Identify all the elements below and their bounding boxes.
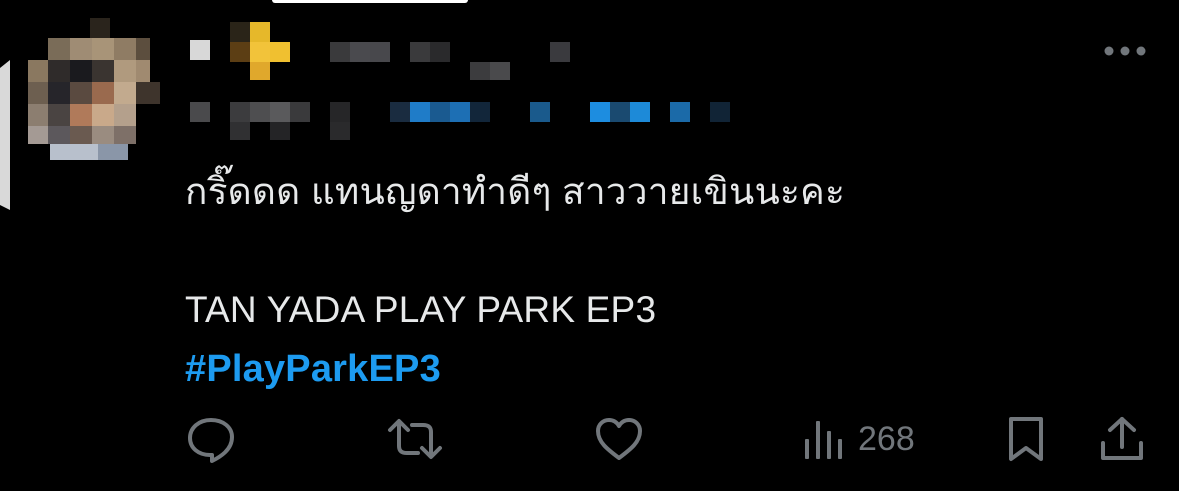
retweet-button[interactable]: [386, 412, 444, 466]
bookmark-button[interactable]: [1004, 412, 1048, 466]
more-dots-icon: [1104, 46, 1146, 56]
views-icon: [805, 421, 842, 459]
reply-icon: [188, 418, 234, 463]
tweet-text-thai: กริ๊ดดด แทนญดาทำดีๆ สาววายเขินนะคะ: [185, 171, 846, 212]
views-button[interactable]: 268: [802, 412, 915, 466]
censored-user-info: [190, 22, 730, 140]
tweet-body: กริ๊ดดด แทนญดาทำดีๆ สาววายเขินนะคะ TAN Y…: [185, 168, 1145, 396]
tweet-text-english: TAN YADA PLAY PARK EP3: [185, 289, 657, 330]
share-button[interactable]: [1098, 412, 1146, 466]
top-indicator: [272, 0, 468, 3]
views-count: 268: [858, 419, 915, 458]
share-icon: [1101, 417, 1143, 460]
left-edge-decoration: [0, 60, 10, 210]
more-options-button[interactable]: [1100, 36, 1150, 66]
like-button[interactable]: [594, 412, 644, 466]
heart-icon: [596, 418, 642, 460]
user-avatar[interactable]: [28, 18, 160, 160]
hashtag-link[interactable]: #PlayParkEP3: [185, 342, 441, 396]
reply-button[interactable]: [185, 412, 237, 466]
bookmark-icon: [1009, 417, 1043, 461]
retweet-icon: [388, 419, 442, 459]
